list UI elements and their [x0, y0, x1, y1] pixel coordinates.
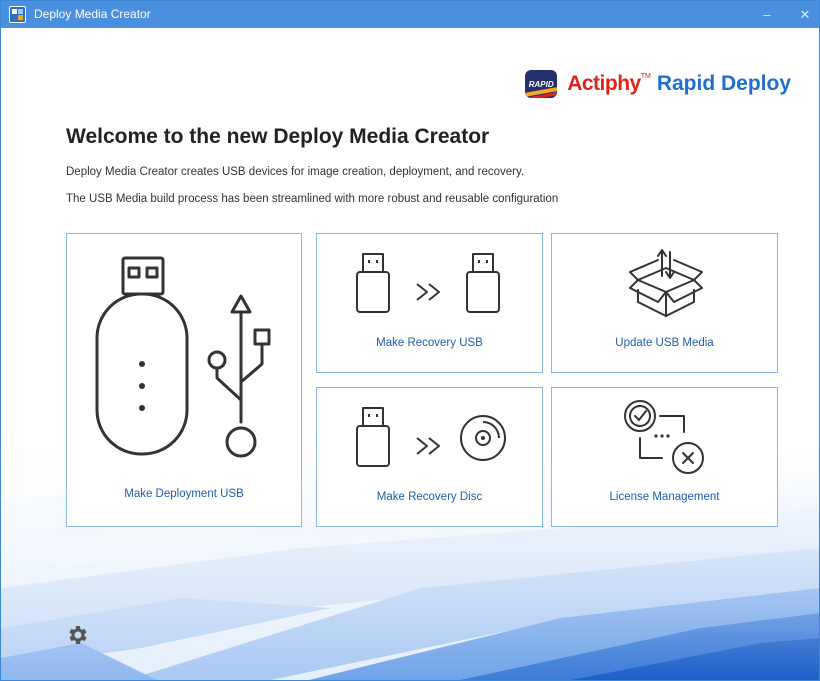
description-line-1: Deploy Media Creator creates USB devices…	[66, 166, 525, 178]
usb-drive-icon	[95, 256, 271, 458]
make-recovery-disc-label: Make Recovery Disc	[376, 491, 483, 503]
brand-trademark: TM	[640, 72, 651, 80]
brand-name-actiphy: Actiphy	[567, 72, 641, 95]
app-window: Deploy Media Creator – ✕ RAPID Actiphy T…	[0, 0, 820, 681]
license-management-card[interactable]: License Management	[551, 387, 778, 527]
make-deployment-usb-card[interactable]: Make Deployment USB	[66, 233, 302, 527]
page-title: Welcome to the new Deploy Media Creator	[66, 125, 490, 148]
brand-logo: RAPID Actiphy TM Rapid Deploy	[525, 69, 791, 99]
license-management-label: License Management	[609, 491, 720, 503]
brand-name-product: Rapid Deploy	[656, 72, 791, 95]
usb-to-disc-icon	[356, 407, 506, 467]
update-usb-media-label: Update USB Media	[615, 337, 714, 349]
rapid-logo-text: RAPID	[528, 79, 554, 89]
open-box-icon	[629, 249, 703, 317]
rapid-logo-icon: RAPID	[525, 70, 558, 98]
minimize-button[interactable]: –	[755, 5, 779, 24]
title-bar[interactable]: Deploy Media Creator – ✕	[1, 1, 819, 28]
license-icon	[624, 400, 704, 474]
make-recovery-disc-card[interactable]: Make Recovery Disc	[316, 387, 543, 527]
gear-icon	[69, 626, 87, 644]
update-usb-media-card[interactable]: Update USB Media	[551, 233, 778, 373]
app-icon	[9, 6, 26, 23]
usb-to-usb-icon	[356, 253, 500, 313]
make-recovery-usb-card[interactable]: Make Recovery USB	[316, 233, 543, 373]
make-recovery-usb-label: Make Recovery USB	[376, 337, 483, 349]
window-title: Deploy Media Creator	[34, 7, 151, 21]
settings-button[interactable]	[65, 623, 89, 647]
close-button[interactable]: ✕	[793, 5, 817, 24]
description-line-2: The USB Media build process has been str…	[66, 193, 559, 205]
make-deployment-usb-label: Make Deployment USB	[124, 488, 244, 500]
